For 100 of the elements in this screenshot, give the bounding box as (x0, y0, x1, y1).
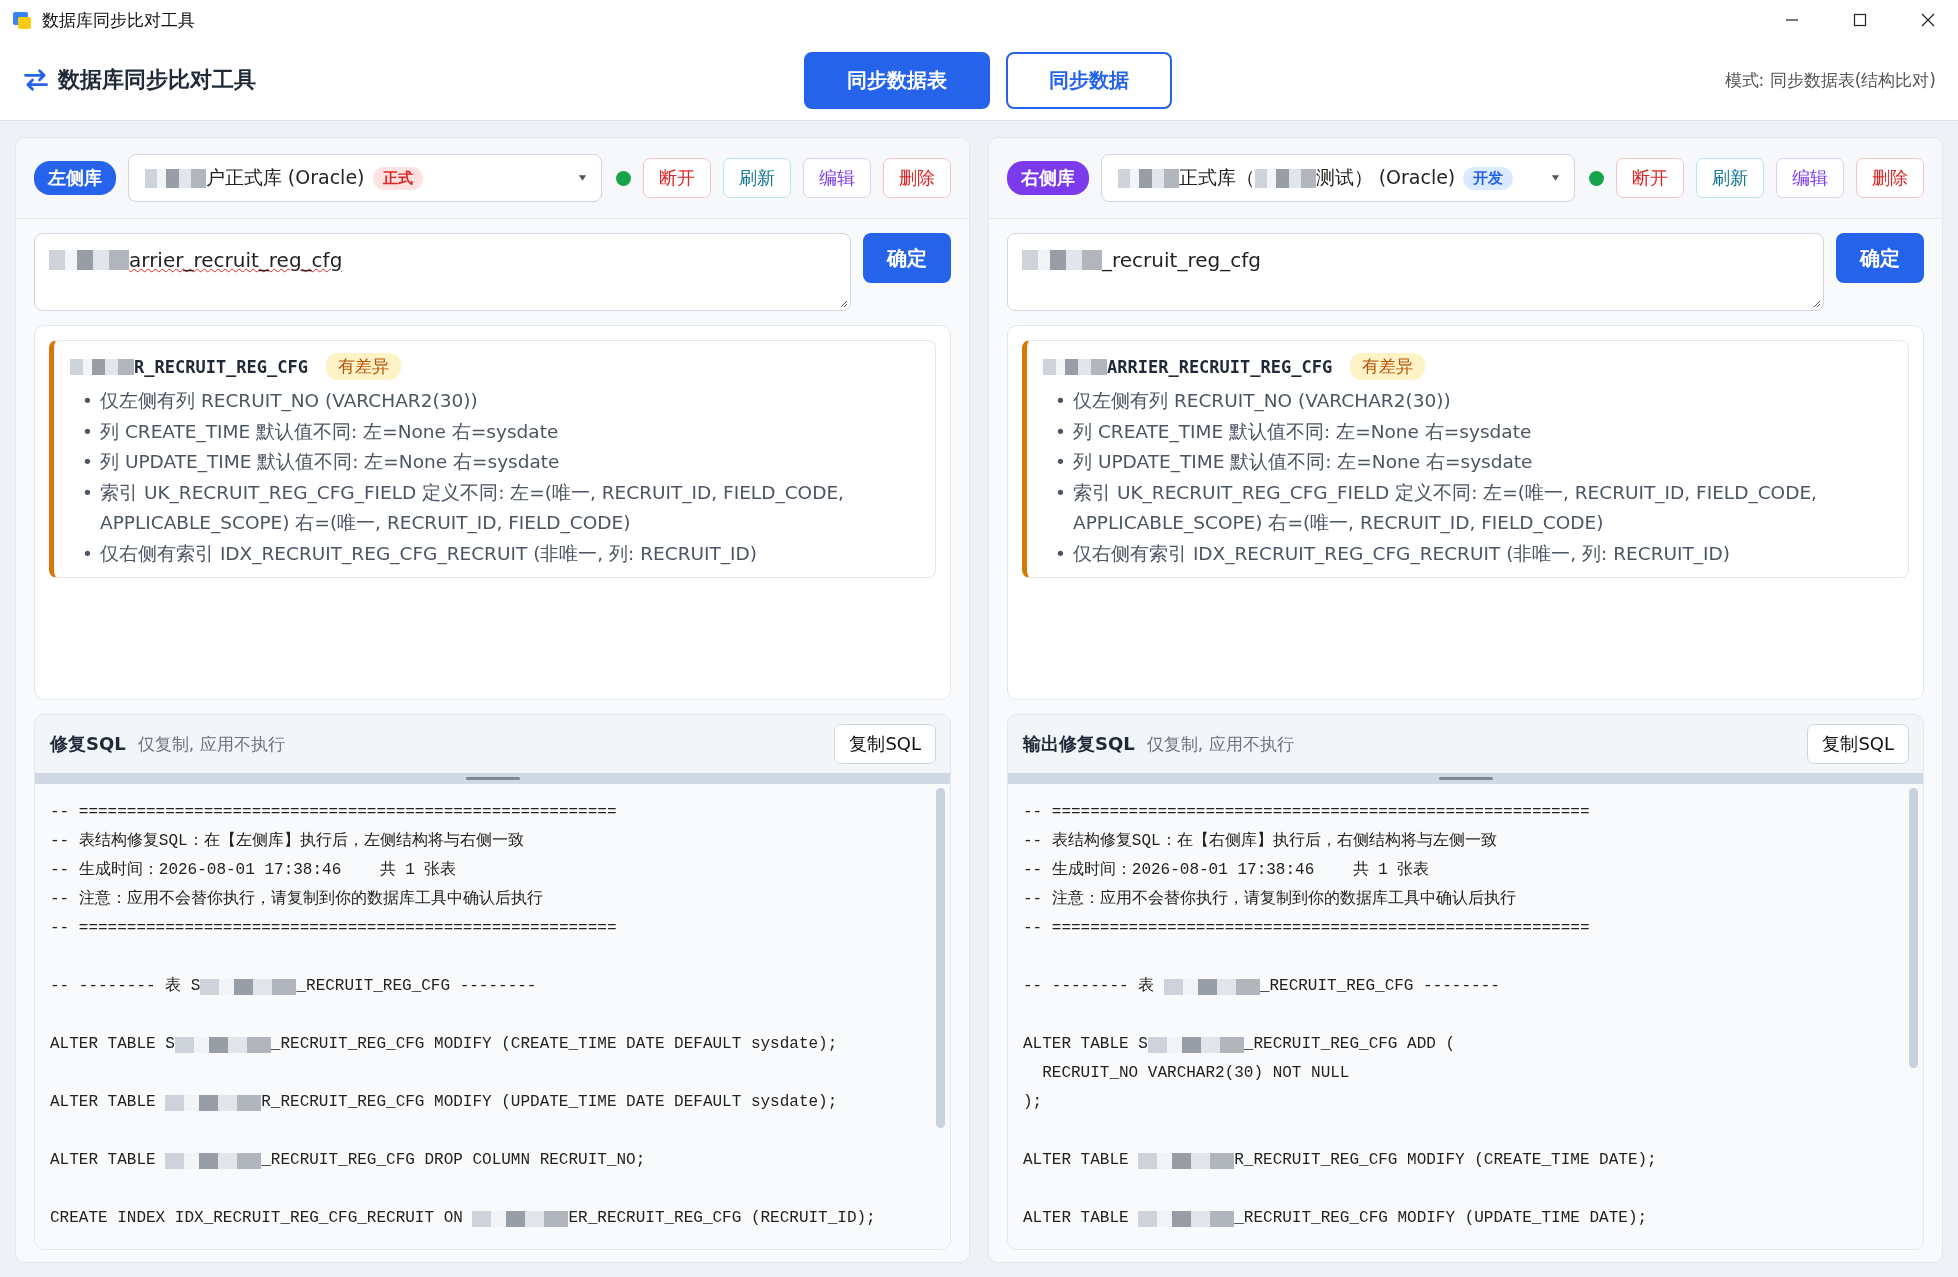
table-input-field[interactable]: _recruit_reg_cfg (1007, 233, 1824, 311)
mode-tab[interactable]: 同步数据表 (804, 51, 990, 109)
connection-name: 户正式库 (Oracle) (205, 165, 365, 190)
diff-item: 列 CREATE_TIME 默认值不同: 左=None 右=sysdate (100, 419, 560, 445)
diff-status-tag: 有差异 (326, 353, 401, 380)
splitter-bar[interactable] (1008, 773, 1923, 784)
table-title: R_RECRUIT_REG_CFG (134, 356, 308, 377)
app-title: 数据库同步比对工具 (58, 66, 256, 94)
code-line: -- -------- 表 (1023, 976, 1156, 997)
code-line: R_RECRUIT_REG_CFG MODIFY (CREATE_TIME DATE); (1234, 1150, 1657, 1171)
code-line: ER_RECRUIT_REG_CFG (RECRUIT_ID); (568, 1208, 876, 1229)
sql-title: 输出修复SQL (1023, 732, 1135, 756)
scrollbar-thumb[interactable] (1909, 788, 1918, 1068)
diff-item: 仅右侧有索引 IDX_RECRUIT_REG_CFG_RECRUIT (非唯一, 列: RECRUIT_ID) (1073, 541, 1731, 567)
resize-grip-icon (1811, 298, 1821, 308)
window-title: 数据库同步比对工具 (42, 8, 195, 32)
code-line: _RECRUIT_REG_CFG -------- (1259, 976, 1500, 997)
dropdown-caret-icon (578, 175, 587, 181)
scrollbar-thumb[interactable] (936, 788, 945, 1128)
code-line: ALTER TABLE S (50, 1034, 175, 1055)
code-line: -- 生成时间：2026-08-01 17:38:46 共 1 张表 (50, 859, 457, 881)
dropdown-caret-icon (1551, 175, 1560, 181)
table-title: ARRIER_RECRUIT_REG_CFG (1107, 356, 1333, 377)
code-line: -- ======================================================== (1023, 918, 1590, 939)
code-line: R_RECRUIT_REG_CFG MODIFY (UPDATE_TIME DATE DEFAULT sysdate); (261, 1092, 838, 1113)
bullet: • (82, 541, 94, 566)
code-line: -- ======================================================== (50, 802, 617, 823)
app-icon (12, 10, 32, 30)
splitter-bar[interactable] (35, 773, 950, 784)
diff-item: 仅左侧有列 RECRUIT_NO (VARCHAR2(30)) (1073, 389, 1452, 414)
connection-name: 正式库（ (1178, 165, 1255, 190)
panel-button[interactable]: 刷新 (723, 158, 791, 198)
mode-label: 模式: 同步数据表(结构比对) (1724, 68, 1936, 92)
bullet: • (82, 450, 94, 474)
code-line: ALTER TABLE (1023, 1208, 1130, 1229)
bullet: • (1055, 541, 1067, 566)
diff-item: 列 CREATE_TIME 默认值不同: 左=None 右=sysdate (1073, 419, 1533, 445)
connection-name: 测试） (Oracle) (1315, 165, 1456, 190)
code-line: _RECRUIT_REG_CFG DROP COLUMN RECRUIT_NO; (261, 1150, 646, 1171)
resize-grip-icon (838, 298, 848, 308)
sql-note: 仅复制, 应用不执行 (137, 732, 285, 756)
code-line: RECRUIT_NO VARCHAR2(30) NOT NULL (1041, 1063, 1350, 1084)
panel-button[interactable]: 编辑 (803, 158, 871, 198)
bullet: • (82, 480, 94, 505)
code-line: -- 表结构修复SQL：在【左侧库】执行后，左侧结构将与右侧一致 (50, 830, 524, 852)
redaction-mosaic (70, 358, 134, 375)
diff-status-tag: 有差异 (1350, 353, 1426, 380)
bullet: • (1055, 450, 1067, 474)
copy-sql-button[interactable]: 复制SQL (834, 724, 936, 764)
env-tag: 正式 (372, 166, 423, 190)
code-line: _RECRUIT_REG_CFG -------- (296, 976, 537, 997)
code-line: -- 注意：应用不会替你执行，请复制到你的数据库工具中确认后执行 (1023, 888, 1516, 910)
code-line: ); (1023, 1092, 1043, 1113)
env-tag: 开发 (1463, 166, 1514, 190)
code-line: _RECRUIT_REG_CFG ADD ( (1243, 1034, 1456, 1055)
table-input-field[interactable]: arrier_recruit_reg_cfg (34, 233, 851, 311)
bullet: • (82, 389, 94, 413)
confirm-button[interactable]: 确定 (1836, 233, 1924, 283)
redaction-mosaic (1043, 358, 1107, 375)
redaction-mosaic (1254, 168, 1316, 188)
connection-select[interactable]: 户正式库 (Oracle) 正式 (128, 154, 602, 202)
panel-button[interactable]: 编辑 (1776, 158, 1844, 198)
code-line: ALTER TABLE (50, 1092, 157, 1113)
panel-button[interactable]: 删除 (883, 158, 951, 198)
code-line: -- 注意：应用不会替你执行，请复制到你的数据库工具中确认后执行 (50, 888, 543, 910)
code-line: -- 表结构修复SQL：在【右侧库】执行后，右侧结构将与左侧一致 (1023, 830, 1497, 852)
code-line: ALTER TABLE S (1023, 1034, 1148, 1055)
side-badge: 左侧库 (34, 161, 116, 195)
bullet: • (82, 419, 94, 444)
diff-item: 索引 UK_RECRUIT_REG_CFG_FIELD 定义不同: 左=(唯一, RECRUIT_ID, FIELD_CODE, APPLICABLE_SCOPE) 右=(唯一, RECRUIT_ID, FIELD_CODE) (1073, 480, 1818, 536)
confirm-button[interactable]: 确定 (863, 233, 951, 283)
sql-title: 修复SQL (50, 732, 126, 756)
bullet: • (1055, 419, 1067, 444)
code-line: ALTER TABLE (50, 1150, 157, 1171)
code-line: -- 生成时间：2026-08-01 17:38:46 共 1 张表 (1023, 859, 1430, 881)
code-line: -- -------- 表 S (50, 976, 201, 997)
code-line: _RECRUIT_REG_CFG MODIFY (UPDATE_TIME DATE); (1234, 1208, 1648, 1229)
diff-item: 仅左侧有列 RECRUIT_NO (VARCHAR2(30)) (100, 389, 479, 414)
copy-sql-button[interactable]: 复制SQL (1807, 724, 1909, 764)
table-name-text: arrier_recruit_reg_cfg (129, 248, 343, 272)
code-line: -- ======================================================== (50, 918, 617, 939)
diff-item: 仅右侧有索引 IDX_RECRUIT_REG_CFG_RECRUIT (非唯一, 列: RECRUIT_ID) (100, 541, 758, 567)
table-name-text: _recruit_reg_cfg (1102, 248, 1261, 272)
code-line: -- ======================================================== (1023, 802, 1590, 823)
maximize-icon[interactable] (1852, 12, 1868, 28)
mode-tab[interactable]: 同步数据 (1006, 51, 1172, 109)
panel-button[interactable]: 刷新 (1696, 158, 1764, 198)
diff-item: 索引 UK_RECRUIT_REG_CFG_FIELD 定义不同: 左=(唯一, RECRUIT_ID, FIELD_CODE, APPLICABLE_SCOPE) 右=(唯一, RECRUIT_ID, FIELD_CODE) (100, 480, 845, 536)
connection-select[interactable]: 正式库（ 测试） (Oracle) 开发 (1101, 154, 1575, 202)
diff-item: 列 UPDATE_TIME 默认值不同: 左=None 右=sysdate (100, 450, 561, 475)
bullet: • (1055, 480, 1067, 505)
redaction-mosaic (145, 168, 206, 188)
side-badge: 右侧库 (1007, 161, 1089, 195)
panel-button[interactable]: 断开 (643, 158, 711, 198)
panel-button[interactable]: 断开 (1616, 158, 1684, 198)
panel-button[interactable]: 删除 (1856, 158, 1924, 198)
bullet: • (1055, 389, 1067, 413)
swap-arrows-icon (22, 66, 50, 94)
sql-note: 仅复制, 应用不执行 (1146, 732, 1294, 756)
close-icon[interactable] (1920, 12, 1936, 28)
